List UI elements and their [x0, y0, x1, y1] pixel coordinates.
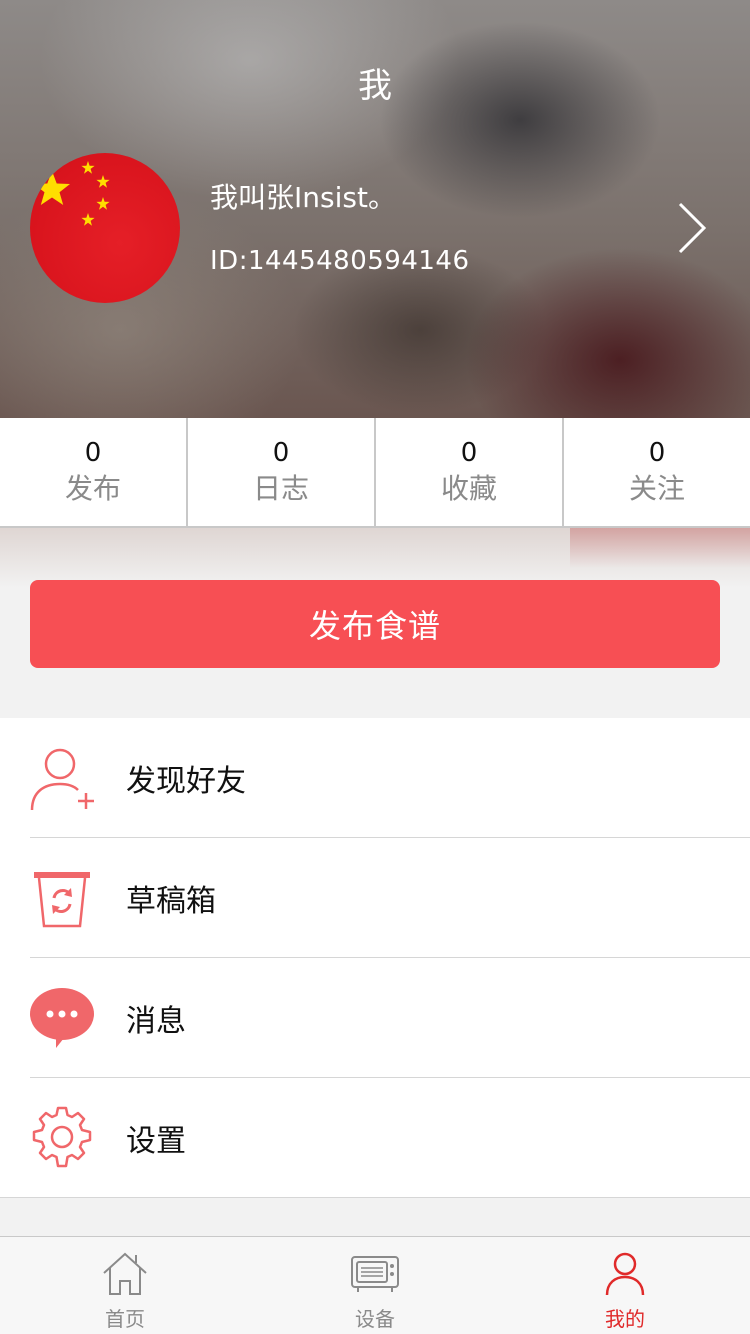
menu-item-label: 草稿箱 — [126, 884, 216, 919]
menu-item-find-friends[interactable]: 发现好友 — [0, 718, 750, 838]
stat-value: 0 — [648, 438, 666, 468]
page-title: 我 — [358, 66, 392, 106]
menu-item-label: 设置 — [126, 1124, 186, 1159]
avatar[interactable] — [30, 153, 180, 303]
china-flag-icon — [34, 161, 110, 226]
tab-home[interactable]: 首页 — [0, 1237, 250, 1334]
menu-item-messages[interactable]: 消息 — [0, 958, 750, 1078]
home-icon — [103, 1252, 147, 1295]
message-bubble-icon — [30, 988, 94, 1048]
tab-label: 我的 — [605, 1307, 645, 1331]
stat-following[interactable]: 0 关注 — [564, 418, 750, 526]
stat-favorites[interactable]: 0 收藏 — [376, 418, 564, 526]
drafts-box-icon — [34, 872, 90, 928]
menu-item-label: 消息 — [126, 1004, 186, 1039]
menu-item-settings[interactable]: 设置 — [0, 1078, 750, 1198]
stat-journal[interactable]: 0 日志 — [188, 418, 376, 526]
tab-bar: 首页 设备 我的 — [0, 1236, 750, 1334]
stat-published[interactable]: 0 发布 — [0, 418, 188, 526]
tab-mine[interactable]: 我的 — [500, 1237, 750, 1334]
profile-header: 我 我叫张Insist。 ID:1445480594146 — [0, 0, 750, 418]
header-fade — [0, 528, 750, 588]
user-id: ID:1445480594146 — [210, 246, 470, 276]
stat-value: 0 — [84, 438, 102, 468]
oven-icon — [351, 1256, 399, 1292]
stat-value: 0 — [460, 438, 478, 468]
stats-bar: 0 发布 0 日志 0 收藏 0 关注 — [0, 418, 750, 528]
tab-devices[interactable]: 设备 — [250, 1237, 500, 1334]
menu-item-label: 发现好友 — [126, 764, 246, 799]
gear-icon — [32, 1106, 92, 1168]
person-icon — [605, 1252, 645, 1296]
menu-item-drafts[interactable]: 草稿箱 — [0, 838, 750, 958]
user-name: 我叫张Insist。 — [210, 181, 396, 214]
stat-label: 发布 — [64, 472, 121, 505]
stat-value: 0 — [272, 438, 290, 468]
stat-label: 关注 — [628, 472, 685, 505]
tab-label: 首页 — [105, 1307, 145, 1331]
tab-label: 设备 — [355, 1307, 395, 1331]
stat-label: 收藏 — [440, 472, 497, 505]
publish-recipe-button[interactable]: 发布食谱 — [30, 580, 720, 668]
menu-list: 发现好友 草稿箱 消息 设置 — [0, 718, 750, 1198]
stat-label: 日志 — [252, 472, 309, 505]
chevron-right-icon[interactable] — [672, 200, 712, 256]
add-user-icon — [30, 748, 94, 810]
